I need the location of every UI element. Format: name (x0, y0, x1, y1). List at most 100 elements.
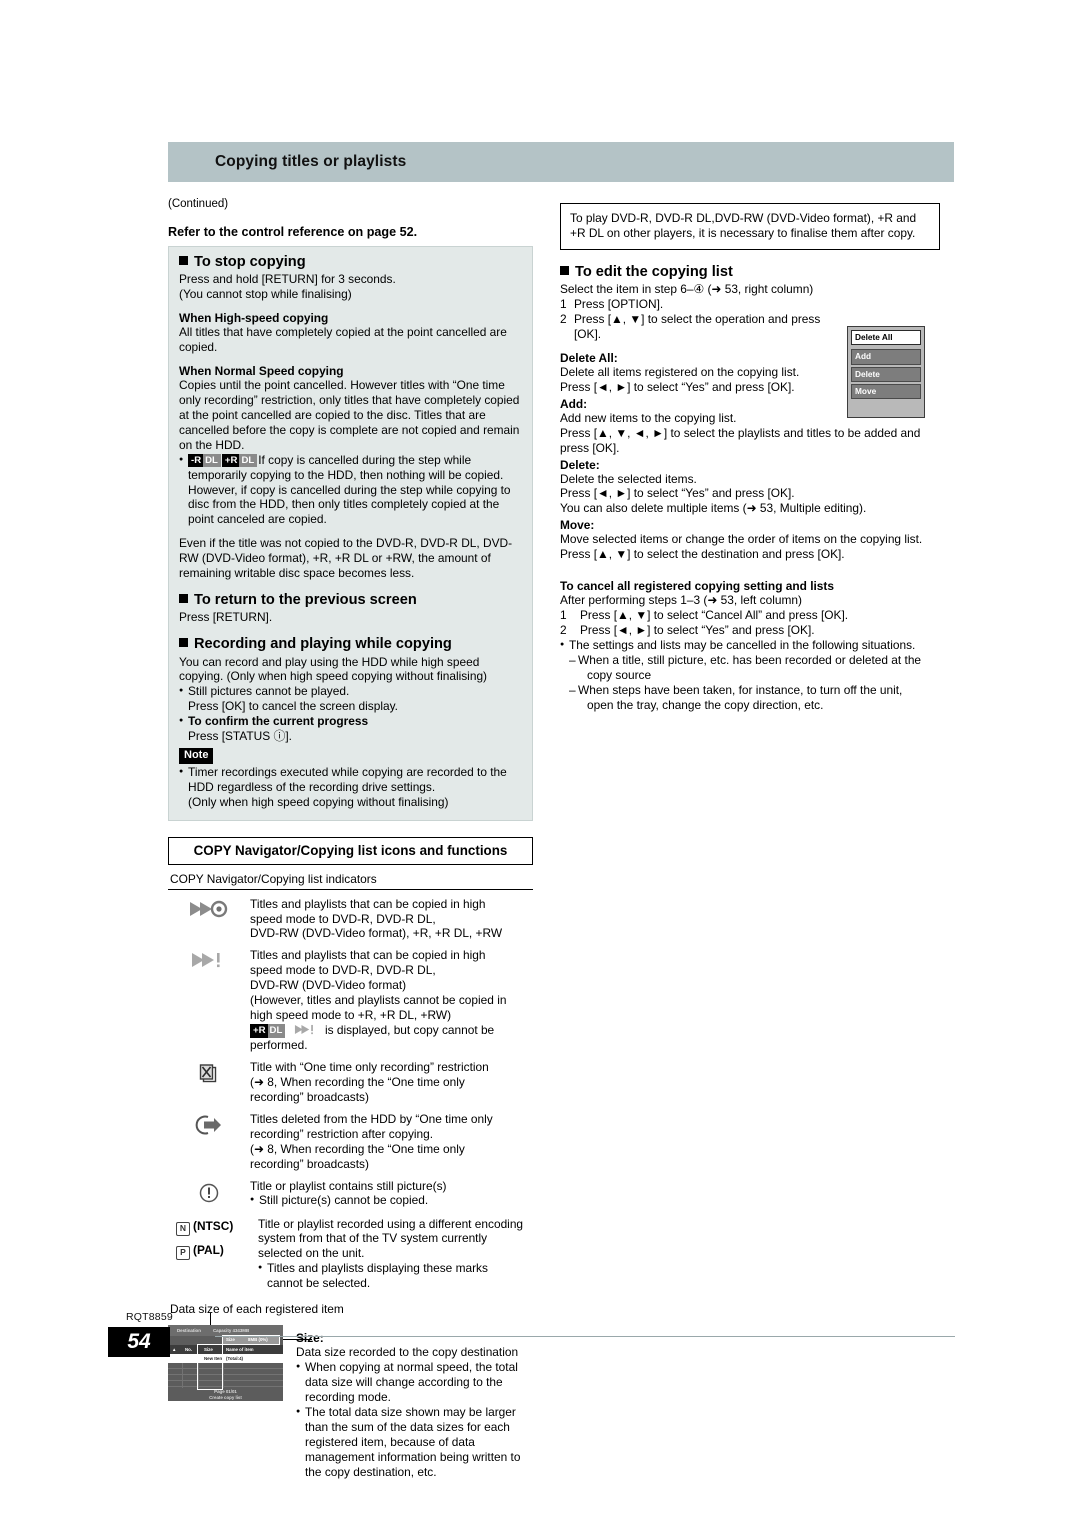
confirm-progress-sub: Press [STATUS ⓘ]. (188, 729, 292, 744)
cancel-step-1-number: 1 (560, 608, 567, 623)
footer-rule (215, 1336, 955, 1337)
icon-row-text: Titles and playlists that can be copied … (250, 948, 533, 1053)
cancel-dash-1: When a title, still picture, etc. has be… (569, 653, 940, 683)
edit-step-2: 2 Press [▲, ▼] to select the operation a… (560, 312, 845, 342)
still-picture-bullets: Still picture(s) cannot be copied. (250, 1193, 533, 1208)
ntsc-label-row: N (NTSC) (176, 1219, 258, 1236)
add-line-2: Press [▲, ▼, ◄, ►] to select the playlis… (560, 425, 921, 455)
delete-line-3: You can also delete multiple items (➜ 53… (560, 501, 867, 516)
edit-select-item-line: Select the item in step 6–④ (➜ 53, right… (560, 282, 814, 297)
moved-out-arrow-icon (168, 1112, 250, 1172)
option-menu-item-delete[interactable]: Delete (851, 366, 921, 382)
cancel-dash-1-cont: copy source (587, 667, 652, 682)
right-column: To play DVD-R, DVD-R DL,DVD-RW (DVD-Vide… (560, 203, 940, 713)
cancel-dash-2-cont: open the tray, change the copy direction… (587, 697, 824, 712)
square-bullet-icon (179, 594, 188, 604)
normal-speed-body: Copies until the point cancelled. Howeve… (179, 377, 520, 452)
icon-row: Titles deleted from the HDD by “One time… (168, 1112, 533, 1172)
fast-forward-disc-icon (168, 897, 250, 942)
square-bullet-icon (179, 256, 188, 265)
note-tag: Note (179, 748, 214, 764)
badge-note-line: +R DL is displayed, but copy cannot be pe… (250, 1023, 533, 1053)
screen-destination-label: Destination (177, 1328, 201, 1334)
option-menu-item-move[interactable]: Move (851, 383, 921, 400)
screen-col-no: No. (185, 1347, 193, 1353)
icon-row: Titles and playlists that can be copied … (168, 948, 533, 1053)
icon-row-text: Title or playlist contains still picture… (250, 1179, 533, 1210)
cancel-bullets: The settings and lists may be cancelled … (560, 638, 940, 653)
left-column: (Continued) Refer to the control referen… (168, 198, 533, 1479)
cancel-step-1-text: Press [▲, ▼] to select “Cancel All” and … (580, 608, 849, 623)
even-if-paragraph: Even if the title was not copied to the … (179, 536, 513, 581)
page-header-bar: Copying titles or playlists (168, 142, 954, 182)
callout-box-size-column (197, 1344, 223, 1391)
return-previous-screen-heading: To return to the previous screen (179, 592, 522, 609)
ntsc-pal-labels: N (NTSC) P (PAL) (168, 1217, 258, 1292)
screen-page-indicator: Page 01/01 (214, 1389, 237, 1395)
screen-footer-label: Create copy list (209, 1395, 242, 1401)
option-menu-figure: Delete All Add Delete Move (847, 325, 925, 419)
move-line-2: Press [▲, ▼] to select the destination a… (560, 547, 845, 562)
icon-row-text: Titles deleted from the HDD by “One time… (250, 1111, 493, 1171)
recording-while-copying-body: You can record and play using the HDD wh… (179, 654, 488, 684)
option-menu-empty-slot (851, 401, 921, 414)
recording-while-copying-heading: Recording and playing while copying (179, 636, 522, 653)
still-pictures-sub: Press [OK] to cancel the screen display. (188, 699, 398, 714)
delete-heading: Delete: (560, 457, 600, 472)
ntsc-pal-bullet: Titles and playlists displaying these ma… (258, 1261, 533, 1276)
cancel-step-2: 2 Press [◄, ►] to select “Yes” and press… (560, 623, 940, 638)
screen-first-row: New Item (Total:4) (168, 1354, 283, 1364)
cancel-step-2-text: Press [◄, ►] to select “Yes” and press [… (580, 623, 815, 638)
icons-section-rule (168, 888, 533, 890)
delete-line-2: Press [◄, ►] to select “Yes” and press [… (560, 486, 795, 501)
ntsc-pal-bullet-cont: cannot be selected. (267, 1276, 371, 1291)
page-number: 54 (108, 1327, 170, 1357)
document-code: RQT8859 (126, 1311, 173, 1323)
cancel-dash-2: When steps have been taken, for instance… (569, 683, 940, 713)
cancel-step-2-number: 2 (560, 623, 567, 638)
size-heading: Size: (296, 1331, 324, 1346)
size-description-block: Size: Data size recorded to the copy des… (296, 1331, 524, 1479)
normal-speed-heading: When Normal Speed copying (179, 363, 344, 378)
pal-glyph-icon: P (176, 1245, 190, 1260)
edit-step-1-number: 1 (560, 297, 567, 312)
screen-col-name: Name of item (226, 1347, 254, 1353)
move-heading: Move: (560, 518, 595, 533)
high-speed-body: All titles that have completely copied a… (179, 325, 507, 355)
ntsc-pal-text: Title or playlist recorded using a diffe… (258, 1217, 533, 1292)
disc-badge-minus-r-dl: -R DL (188, 453, 221, 468)
stop-line-1: Press and hold [RETURN] for 3 seconds. (179, 272, 396, 287)
recording-bullets: Still pictures cannot be played. Press [… (179, 684, 522, 744)
size-body: Data size recorded to the copy destinati… (296, 1345, 519, 1360)
cancel-all-heading: To cancel all registered copying setting… (560, 579, 834, 594)
cancel-step-1: 1 Press [▲, ▼] to select “Cancel All” an… (560, 608, 940, 623)
icon-row: Title or playlist contains still picture… (168, 1179, 533, 1210)
square-bullet-icon (179, 638, 188, 648)
screen-row-total: (Total:4) (226, 1356, 243, 1362)
option-menu-item-add[interactable]: Add (851, 349, 921, 365)
disc-badge-plus-r-dl: +R DL (250, 1024, 286, 1038)
stop-line-2: (You cannot stop while finalising) (179, 287, 352, 302)
continued-label: (Continued) (168, 198, 229, 210)
finalise-note-box: To play DVD-R, DVD-R DL,DVD-RW (DVD-Vide… (560, 203, 940, 250)
square-bullet-icon (560, 265, 569, 275)
ntsc-glyph-icon: N (176, 1221, 190, 1236)
exclamation-circle-icon (168, 1179, 250, 1210)
note-bullet-sub: (Only when high speed copying without fi… (188, 794, 449, 809)
option-menu-item-delete-all[interactable]: Delete All (851, 329, 921, 346)
note-bullets: Timer recordings executed while copying … (179, 765, 522, 810)
move-line-1: Move selected items or change the order … (560, 532, 923, 547)
delete-line-1: Delete the selected items. (560, 471, 697, 486)
cancel-after-line: After performing steps 1–3 (➜ 53, left c… (560, 593, 802, 608)
fast-forward-exclaim-icon-inline (290, 1023, 325, 1037)
badge-note-text: is displayed, but copy cannot be perform… (250, 1023, 495, 1053)
screen-column-headers: ▲ No. Size Name of item (168, 1345, 283, 1355)
icons-section-caption: COPY Navigator/Copying list indicators (170, 871, 377, 886)
still-picture-bullet: Still picture(s) cannot be copied. (250, 1193, 533, 1208)
cancel-dash-list: When a title, still picture, etc. has be… (560, 653, 940, 713)
confirm-progress-bullet: To confirm the current progress (179, 714, 522, 729)
note-bullet-text: Timer recordings executed while copying … (179, 765, 522, 795)
screen-footer: Page 01/01 Create copy list (168, 1388, 283, 1401)
icon-row-text: Title with “One time only recording” res… (250, 1059, 489, 1104)
fast-forward-exclaim-icon (168, 948, 250, 1053)
